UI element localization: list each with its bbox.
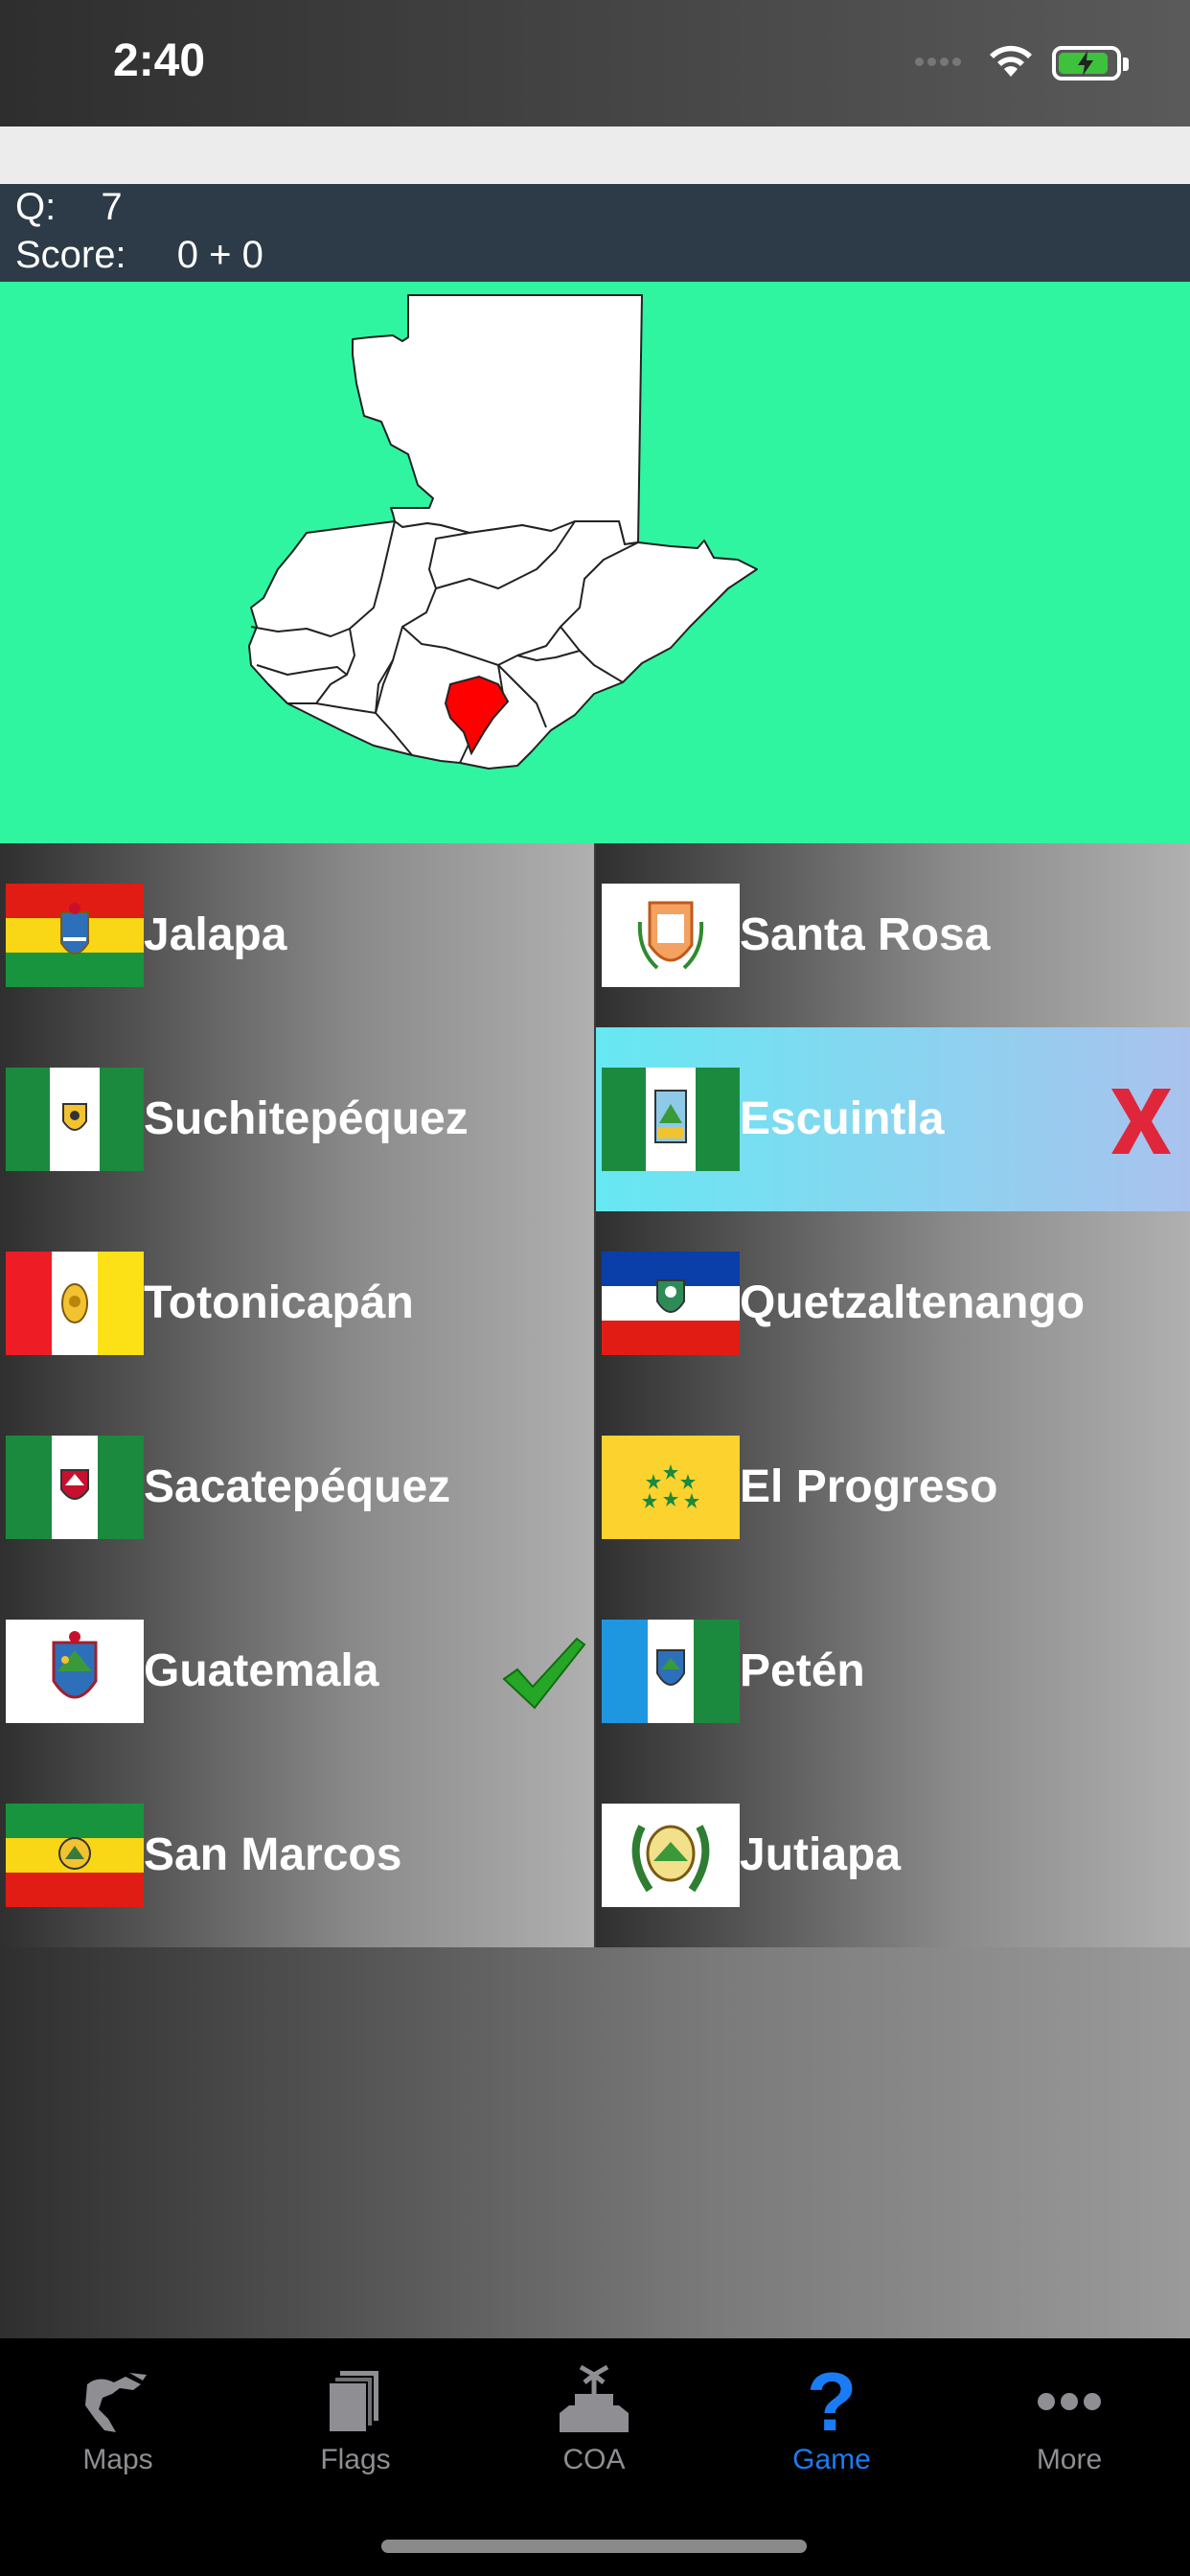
tab-flags[interactable]: Flags [250, 2356, 461, 2480]
score-row: Score: 0 + 0 [15, 234, 263, 277]
answer-label: Sacatepéquez [144, 1461, 451, 1512]
flags-icon [328, 2371, 378, 2433]
tab-label: More [1036, 2444, 1103, 2475]
tab-game[interactable]: ? Game [726, 2356, 937, 2480]
question-number: 7 [101, 186, 123, 228]
answer-label: Jalapa [144, 909, 287, 960]
answer-label: Quetzaltenango [740, 1277, 1086, 1328]
tab-maps[interactable]: Maps [12, 2356, 223, 2480]
answer-label: Santa Rosa [740, 909, 991, 960]
flag-image [602, 1620, 740, 1723]
flag-image [6, 1804, 144, 1907]
status-time: 2:40 [113, 35, 206, 86]
home-indicator[interactable] [381, 2540, 807, 2553]
answer-option[interactable]: Santa Rosa [596, 843, 1190, 1027]
flag-image [602, 884, 740, 987]
map-icon [85, 2373, 147, 2432]
answer-option-selected[interactable]: Escuintla [596, 1027, 1190, 1211]
empty-area [0, 1947, 1190, 2338]
status-bar: 2:40 [0, 0, 1190, 126]
answer-option[interactable]: El Progreso [596, 1395, 1190, 1579]
flag-image [602, 1436, 740, 1539]
tab-label: Maps [82, 2444, 153, 2475]
answer-option[interactable]: Guatemala [0, 1579, 594, 1763]
flag-image [6, 1252, 144, 1355]
tab-label: Game [792, 2444, 871, 2475]
coat-of-arms-icon [560, 2364, 629, 2432]
answer-label: El Progreso [740, 1461, 998, 1512]
score-label: Score: [15, 234, 126, 276]
flag-image [602, 1068, 740, 1171]
answer-column-right: Santa Rosa Escuintla Quetzaltenango El P… [596, 843, 1190, 1947]
answer-label: San Marcos [144, 1829, 402, 1880]
tab-more[interactable]: More [964, 2356, 1175, 2480]
guatemala-map [248, 294, 758, 770]
wifi-icon [990, 45, 1032, 77]
answer-label: Totonicapán [144, 1277, 414, 1328]
flag-image [6, 1068, 144, 1171]
quiz-info-bar: Q: 7 Score: 0 + 0 [0, 184, 1190, 282]
answer-option[interactable]: Petén [596, 1579, 1190, 1763]
answer-column-left: Jalapa Suchitepéquez Totonicapán Sacatep… [0, 843, 594, 1947]
flag-image [6, 884, 144, 987]
answer-label: Suchitepéquez [144, 1093, 469, 1144]
answer-option[interactable]: Totonicapán [0, 1211, 594, 1395]
answer-option[interactable]: Sacatepéquez [0, 1395, 594, 1579]
svg-text:?: ? [807, 2357, 858, 2440]
more-icon [1038, 2393, 1101, 2410]
answer-label: Escuintla [740, 1093, 945, 1144]
answer-grid: Jalapa Suchitepéquez Totonicapán Sacatep… [0, 843, 1190, 1947]
answer-option[interactable]: Jalapa [0, 843, 594, 1027]
question-icon: ? [807, 2357, 858, 2440]
flag-image [6, 1436, 144, 1539]
question-row: Q: 7 [15, 186, 123, 229]
signal-icon [915, 54, 973, 69]
x-icon [1111, 1089, 1171, 1154]
tab-coa[interactable]: COA [489, 2356, 699, 2480]
flag-image [602, 1252, 740, 1355]
country-map-area [0, 282, 1190, 843]
top-strip [0, 126, 1190, 184]
answer-option[interactable]: Quetzaltenango [596, 1211, 1190, 1395]
answer-label: Guatemala [144, 1645, 379, 1696]
answer-option[interactable]: San Marcos [0, 1763, 594, 1947]
score-value: 0 + 0 [176, 234, 263, 276]
tab-label: Flags [320, 2444, 391, 2475]
answer-label: Jutiapa [740, 1829, 902, 1880]
flag-image [602, 1804, 740, 1907]
flag-image [6, 1620, 144, 1723]
answer-option[interactable]: Suchitepéquez [0, 1027, 594, 1211]
check-icon [502, 1637, 586, 1710]
answer-option[interactable]: Jutiapa [596, 1763, 1190, 1947]
question-label: Q: [15, 186, 57, 228]
answer-label: Petén [740, 1645, 865, 1696]
tab-label: COA [562, 2444, 626, 2475]
battery-icon [1052, 46, 1129, 80]
